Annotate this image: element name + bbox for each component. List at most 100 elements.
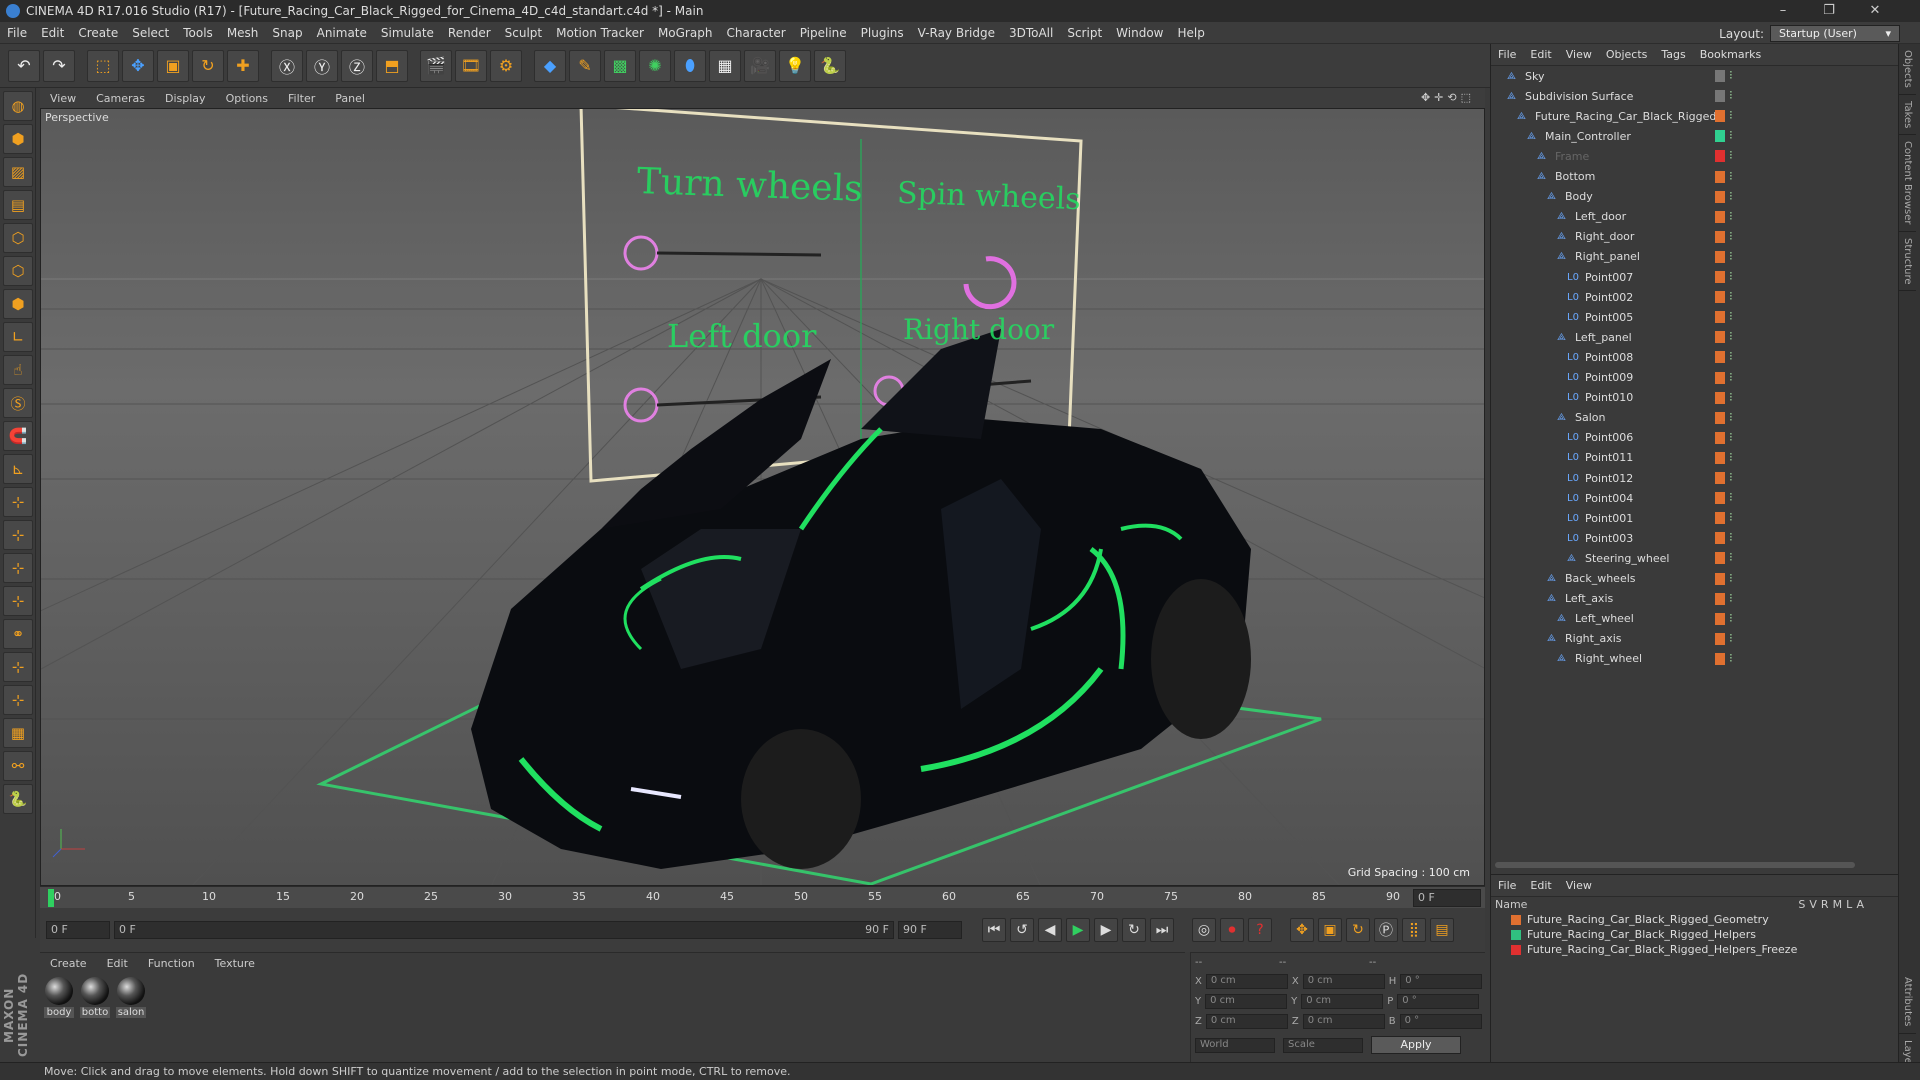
object-row-point008[interactable]: L0 Point008 <box>1559 347 1633 367</box>
layer-color-tag[interactable] <box>1715 311 1725 324</box>
render-picture-viewer-icon[interactable]: 🎞 <box>455 49 487 82</box>
close-button[interactable]: ✕ <box>1852 0 1898 22</box>
visibility-dots-icon[interactable]: ⁝ <box>1729 651 1743 665</box>
coord-field[interactable]: 0 ° <box>1399 1013 1482 1029</box>
record-parameter-icon[interactable]: Ⓟ <box>1374 918 1398 942</box>
layer-color-tag[interactable] <box>1715 572 1725 585</box>
move-icon[interactable]: ✥ <box>122 49 154 82</box>
edges-mode-icon[interactable]: ⬡ <box>3 256 33 286</box>
timeline-ruler[interactable]: 0 F 0 5 10 15 20 25 30 35 40 45 50 55 60 65 70 75 80 85 90 <box>40 886 1485 908</box>
guide-icon[interactable]: ⊹ <box>3 586 33 616</box>
side-tab-attributes[interactable]: Attributes <box>1899 971 1916 1034</box>
object-row-bottom[interactable]: ⟁ Bottom <box>1529 167 1595 187</box>
current-frame-field[interactable]: 0 F <box>1413 889 1481 907</box>
visibility-dots-icon[interactable]: ⁝ <box>1729 229 1743 243</box>
visibility-dots-icon[interactable]: ⁝ <box>1729 289 1743 303</box>
visibility-dots-icon[interactable]: ⁝ <box>1729 88 1743 102</box>
camera-icon[interactable]: 🎥 <box>744 49 776 82</box>
scale-dropdown[interactable]: Scale <box>1283 1037 1363 1053</box>
object-menu-view[interactable]: View <box>1559 48 1599 61</box>
menu-help[interactable]: Help <box>1170 26 1211 40</box>
viewport-menu-options[interactable]: Options <box>216 92 278 105</box>
object-row-point007[interactable]: L0 Point007 <box>1559 267 1633 287</box>
play-icon[interactable]: ▶ <box>1066 918 1090 942</box>
sculpt-grid-icon[interactable]: ⚭ <box>3 619 33 649</box>
floor-icon[interactable]: ▦ <box>709 49 741 82</box>
object-row-point010[interactable]: L0 Point010 <box>1559 388 1633 408</box>
go-to-start-icon[interactable]: ⏮ <box>982 918 1006 942</box>
quantize-icon[interactable]: ⊹ <box>3 553 33 583</box>
layout-dropdown[interactable]: Startup (User) ▾ <box>1770 25 1900 42</box>
x-axis-icon[interactable]: Ⓧ <box>271 49 303 82</box>
menu-sculpt[interactable]: Sculpt <box>498 26 549 40</box>
visibility-dots-icon[interactable]: ⁝ <box>1729 370 1743 384</box>
visibility-dots-icon[interactable]: ⁝ <box>1729 430 1743 444</box>
record-position-icon[interactable]: ✥ <box>1290 918 1314 942</box>
visibility-dots-icon[interactable]: ⁝ <box>1729 128 1743 142</box>
planar-workplane-icon[interactable]: ⊹ <box>3 520 33 550</box>
layer-color-tag[interactable] <box>1715 411 1725 424</box>
layer-color-tag[interactable] <box>1715 351 1725 364</box>
menu-v-ray-bridge[interactable]: V-Ray Bridge <box>911 26 1002 40</box>
layer-color-tag[interactable] <box>1715 250 1725 263</box>
viewport-menu-display[interactable]: Display <box>155 92 216 105</box>
layer-row[interactable]: Future_Racing_Car_Black_Rigged_Geometry <box>1491 912 1898 927</box>
layer-row[interactable]: Future_Racing_Car_Black_Rigged_Helpers_F… <box>1491 942 1898 957</box>
object-row-right-axis[interactable]: ⟁ Right_axis <box>1539 629 1622 649</box>
axis-mode-icon[interactable]: ∟ <box>3 322 33 352</box>
previous-frame-icon[interactable]: ◀ <box>1038 918 1062 942</box>
menu-file[interactable]: File <box>0 26 34 40</box>
viewport[interactable]: Perspective Turn wheels Spin wheels Left… <box>40 108 1485 886</box>
layer-menu-edit[interactable]: Edit <box>1523 879 1558 892</box>
object-row-left-wheel[interactable]: ⟁ Left_wheel <box>1549 609 1634 629</box>
visibility-dots-icon[interactable]: ⁝ <box>1729 169 1743 183</box>
menu-render[interactable]: Render <box>441 26 498 40</box>
brush-icon[interactable]: ⊹ <box>3 652 33 682</box>
pen-icon[interactable]: ✎ <box>569 49 601 82</box>
viewport-menu-panel[interactable]: Panel <box>325 92 375 105</box>
record-rotation-icon[interactable]: ↻ <box>1346 918 1370 942</box>
visibility-dots-icon[interactable]: ⁝ <box>1729 470 1743 484</box>
layer-menu-file[interactable]: File <box>1491 879 1523 892</box>
record-active-icon[interactable]: ◎ <box>1192 918 1216 942</box>
end-frame-field[interactable]: 90 F <box>898 921 962 939</box>
menu-create[interactable]: Create <box>71 26 125 40</box>
previous-key-icon[interactable]: ↺ <box>1010 918 1034 942</box>
object-row-right-wheel[interactable]: ⟁ Right_wheel <box>1549 649 1642 669</box>
menu-character[interactable]: Character <box>719 26 792 40</box>
visibility-dots-icon[interactable]: ⁝ <box>1729 510 1743 524</box>
object-row-back-wheels[interactable]: ⟁ Back_wheels <box>1539 569 1636 589</box>
layer-color-tag[interactable] <box>1715 331 1725 344</box>
object-row-left-panel[interactable]: ⟁ Left_panel <box>1549 327 1632 347</box>
cube-icon[interactable]: ◆ <box>534 49 566 82</box>
layer-color-tag[interactable] <box>1715 271 1725 283</box>
material-menu-texture[interactable]: Texture <box>205 957 265 970</box>
visibility-dots-icon[interactable]: ⁝ <box>1729 390 1743 404</box>
visibility-dots-icon[interactable]: ⁝ <box>1729 269 1743 283</box>
light-icon[interactable]: 💡 <box>779 49 811 82</box>
keyframe-selection-icon[interactable]: ? <box>1248 918 1272 942</box>
object-row-point001[interactable]: L0 Point001 <box>1559 508 1633 528</box>
layer-color-tag[interactable] <box>1715 230 1725 243</box>
world-dropdown[interactable]: World <box>1195 1037 1275 1053</box>
array-icon[interactable]: ✺ <box>639 49 671 82</box>
object-scrollbar[interactable] <box>1495 862 1855 868</box>
timeline-icon[interactable]: ▤ <box>1430 918 1454 942</box>
layer-color-tag[interactable] <box>1715 632 1725 645</box>
object-row-point009[interactable]: L0 Point009 <box>1559 368 1633 388</box>
object-row-left-door[interactable]: ⟁ Left_door <box>1549 207 1626 227</box>
autokey-icon[interactable]: ⏺ <box>1220 918 1244 942</box>
layer-color-tag[interactable] <box>1715 130 1725 143</box>
layer-color-tag[interactable] <box>1715 512 1725 525</box>
visibility-dots-icon[interactable]: ⁝ <box>1729 490 1743 504</box>
coord-field[interactable]: 0 cm <box>1205 993 1288 1009</box>
maximize-button[interactable]: ❐ <box>1806 0 1852 22</box>
visibility-dots-icon[interactable]: ⁝ <box>1729 349 1743 363</box>
next-frame-icon[interactable]: ▶ <box>1094 918 1118 942</box>
checker-icon[interactable]: ▦ <box>3 718 33 748</box>
go-to-end-icon[interactable]: ⏭ <box>1150 918 1174 942</box>
coord-field[interactable]: 0 cm <box>1205 973 1288 989</box>
visibility-dots-icon[interactable]: ⁝ <box>1729 249 1743 263</box>
coord-field[interactable]: 0 cm <box>1302 1013 1385 1029</box>
visibility-dots-icon[interactable]: ⁝ <box>1729 591 1743 605</box>
